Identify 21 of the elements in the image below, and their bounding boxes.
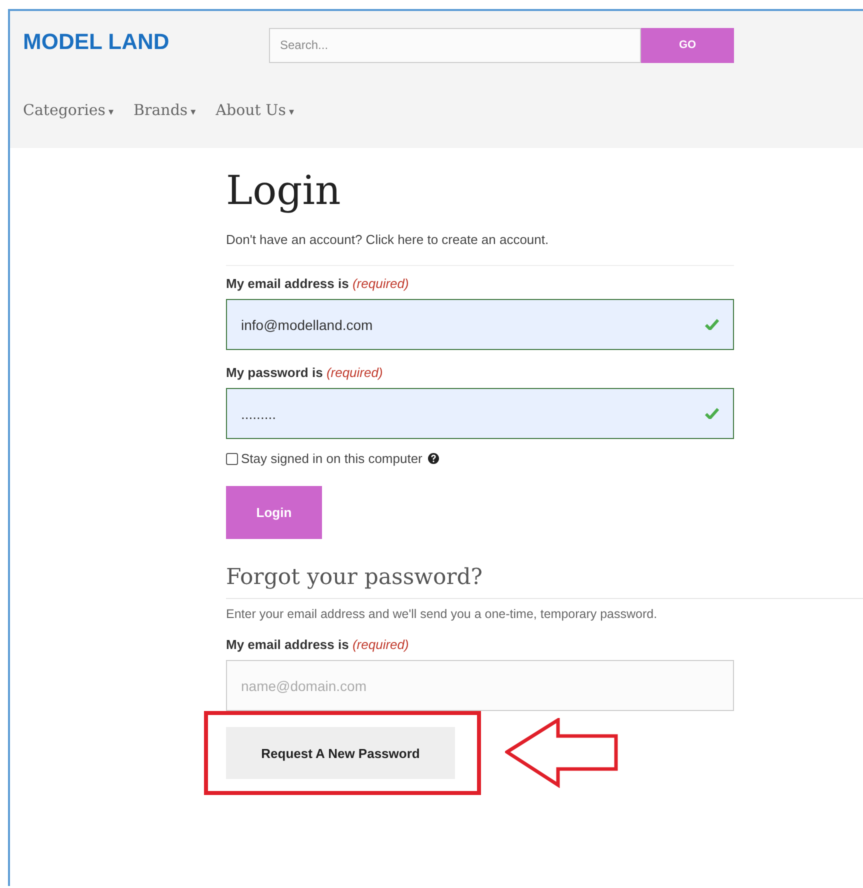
checkbox[interactable]: [226, 452, 238, 464]
field-label: My email address is (required): [226, 276, 410, 291]
help-icon[interactable]: [428, 453, 440, 464]
site-logo[interactable]: MODEL LAND: [23, 29, 269, 55]
field-label: My password is (required): [226, 365, 384, 380]
instructions-text: Enter your email address and we'll send you a one-time, temporary password.: [226, 607, 658, 621]
section-heading: Forgot your password?: [226, 565, 863, 599]
login-button[interactable]: Login: [226, 486, 322, 539]
input-field[interactable]: name@domain.com: [226, 660, 734, 711]
request-password-button[interactable]: Request A New Password: [226, 727, 455, 779]
create-account-text: Don't have an account? Click here to create an account.: [226, 232, 550, 247]
search-field[interactable]: Search...: [269, 28, 641, 62]
checkbox-label: Stay signed in on this computer: [241, 451, 422, 466]
input-field[interactable]: info@modelland.com: [226, 299, 734, 350]
page-title: Login: [226, 168, 342, 214]
nav-menu-item[interactable]: Categories ▾: [23, 101, 114, 119]
input-field[interactable]: .........: [226, 388, 734, 439]
field-label: My email address is (required): [226, 637, 410, 652]
go-button[interactable]: GO: [641, 28, 734, 62]
nav-menu-item[interactable]: About Us ▾: [216, 101, 294, 119]
nav-menu-item[interactable]: Brands ▾: [134, 101, 196, 119]
